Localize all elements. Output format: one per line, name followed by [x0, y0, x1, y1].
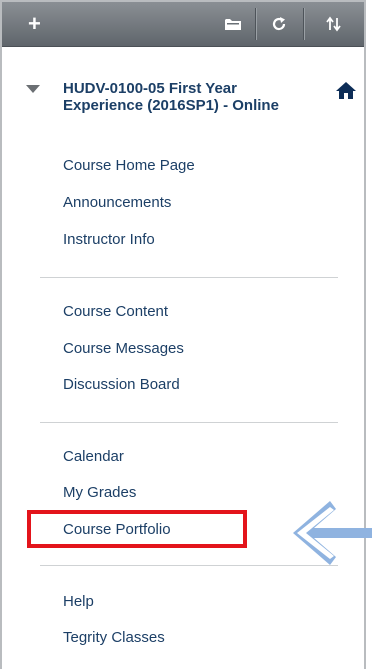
folder-icon — [225, 19, 241, 30]
menu-divider — [40, 277, 338, 278]
menu-link-announcements[interactable]: Announcements — [63, 193, 171, 213]
menu-link-help[interactable]: Help — [63, 592, 94, 612]
menu-toolbar: + — [2, 2, 364, 47]
folder-view-button[interactable] — [214, 2, 252, 46]
arrow-left-icon — [293, 501, 372, 565]
home-icon[interactable] — [335, 80, 357, 100]
menu-link-instructor-info[interactable]: Instructor Info — [63, 230, 155, 250]
plus-icon: + — [28, 11, 41, 36]
menu-link-calendar[interactable]: Calendar — [63, 447, 124, 467]
menu-divider — [40, 422, 338, 423]
collapse-toggle-icon[interactable] — [26, 85, 40, 93]
menu-link-my-grades[interactable]: My Grades — [63, 483, 136, 503]
add-menu-item-button[interactable]: + — [2, 2, 82, 46]
menu-link-course-content[interactable]: Course Content — [63, 302, 168, 322]
menu-link-course-messages[interactable]: Course Messages — [63, 339, 184, 359]
toolbar-separator — [255, 8, 256, 40]
reorder-button[interactable] — [308, 2, 360, 46]
refresh-button[interactable] — [260, 2, 298, 46]
menu-link-course-home-page[interactable]: Course Home Page — [63, 156, 195, 176]
course-title[interactable]: HUDV-0100-05 First Year Experience (2016… — [63, 80, 313, 114]
toolbar-separator — [303, 8, 304, 40]
course-menu-panel: + HUDV-0100-05 First Year Experience (20… — [0, 0, 366, 669]
menu-link-tegrity-classes[interactable]: Tegrity Classes — [63, 628, 165, 648]
menu-link-discussion-board[interactable]: Discussion Board — [63, 375, 180, 395]
highlight-box — [27, 510, 247, 548]
refresh-icon — [272, 17, 286, 31]
sort-icon — [326, 16, 341, 32]
